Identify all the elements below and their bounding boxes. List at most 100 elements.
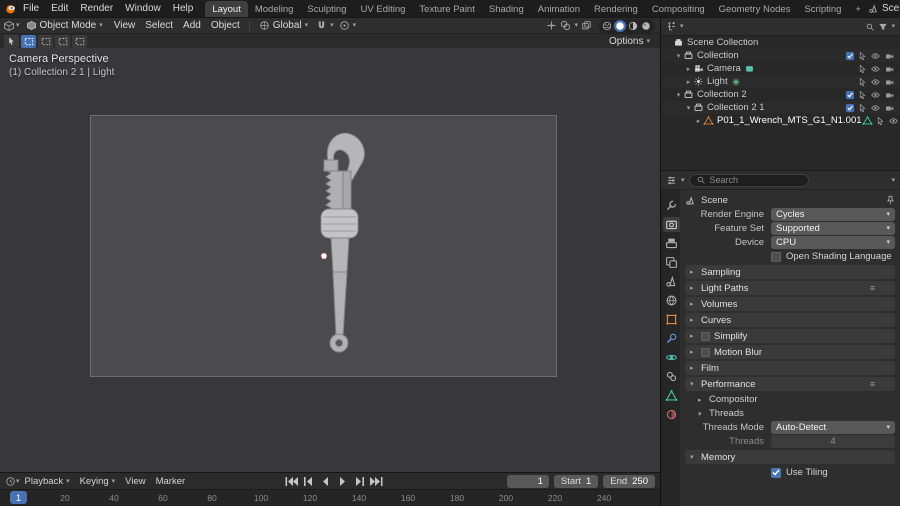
subsection-threads[interactable]: ▾ Threads (685, 407, 895, 420)
proportional-editing-toggle[interactable]: ▾ (337, 19, 359, 33)
properties-tab-tool[interactable] (663, 198, 680, 213)
outliner-row-camera[interactable]: ▸ Camera (661, 62, 900, 75)
presets-icon[interactable]: ≡ (870, 283, 875, 293)
pin-icon[interactable] (886, 195, 895, 206)
outliner-editor-type-icon[interactable] (666, 21, 677, 32)
checkbox-icon[interactable] (845, 103, 855, 113)
timeline-menu-marker[interactable]: Marker (151, 476, 191, 487)
section-performance[interactable]: ▾ Performance ≡ ∷ (685, 377, 895, 391)
viewport-editor-type-icon[interactable] (3, 20, 15, 32)
select-box-button[interactable] (21, 34, 36, 48)
osl-checkbox[interactable] (771, 251, 781, 262)
timeline-menu-playback[interactable]: Playback ▾ (20, 476, 75, 487)
overlays-icon[interactable] (560, 20, 571, 31)
eye-icon[interactable] (870, 103, 881, 113)
properties-tab-render[interactable] (663, 217, 680, 232)
eye-icon[interactable] (870, 51, 881, 61)
outliner-row-light[interactable]: ▸ Light (661, 75, 900, 88)
eye-icon[interactable] (870, 77, 881, 87)
viewport-menu-object[interactable]: Object (206, 19, 245, 33)
workspace-tab-modeling[interactable]: Modeling (248, 1, 301, 17)
wrench-model[interactable] (91, 116, 556, 376)
workspace-tab-scripting[interactable]: Scripting (797, 1, 848, 17)
tweak-tool-button[interactable] (4, 34, 19, 48)
workspace-tab-compositing[interactable]: Compositing (645, 1, 712, 17)
section-volumes[interactable]: ▸ Volumes ∷ (685, 297, 895, 311)
section-simplify[interactable]: ▸ Simplify ∷ (685, 329, 895, 343)
workspace-tab-uv-editing[interactable]: UV Editing (354, 1, 413, 17)
camera-frame[interactable] (90, 115, 557, 377)
presets-icon[interactable]: ≡ (870, 379, 875, 389)
eye-icon[interactable] (870, 64, 881, 74)
threads-mode-dropdown[interactable]: Auto-Detect ▾ (771, 421, 895, 434)
jump-start-button[interactable] (284, 475, 299, 488)
camera-icon[interactable] (884, 90, 895, 100)
simplify-checkbox[interactable] (701, 331, 710, 341)
properties-tab-object[interactable] (663, 312, 680, 327)
viewport-menu-add[interactable]: Add (178, 19, 206, 33)
viewport-menu-view[interactable]: View (109, 19, 141, 33)
menu-file[interactable]: File (17, 0, 45, 17)
properties-editor-type-icon[interactable] (666, 175, 677, 186)
device-dropdown[interactable]: CPU ▾ (771, 236, 895, 249)
properties-tab-material[interactable] (663, 407, 680, 422)
subsection-compositor[interactable]: ▸ Compositor (685, 393, 895, 406)
current-frame-field[interactable]: 1 (506, 474, 549, 488)
section-memory[interactable]: ▾ Memory ∷ (685, 450, 895, 464)
shading-solid-icon[interactable] (614, 19, 626, 32)
start-frame-field[interactable]: Start 1 (553, 474, 599, 488)
viewport-menu-select[interactable]: Select (140, 19, 178, 33)
use-tiling-checkbox[interactable] (771, 467, 781, 478)
workspace-tab-geometry-nodes[interactable]: Geometry Nodes (712, 1, 798, 17)
pointer-icon[interactable] (858, 76, 867, 87)
playhead[interactable]: 1 (10, 491, 27, 504)
select-box-extend-button[interactable] (38, 34, 53, 48)
expander-icon[interactable]: ▸ (684, 78, 693, 86)
select-box-intersect-button[interactable] (72, 34, 87, 48)
outliner-row-p01-1-wrench-mts-g1-n1-001[interactable]: ▸ P01_1_Wrench_MTS_G1_N1.001 (661, 114, 900, 127)
shading-material-preview-icon[interactable] (627, 20, 639, 32)
outliner-row-collection-2[interactable]: ▾ Collection 2 (661, 88, 900, 101)
camera-icon[interactable] (884, 77, 895, 87)
section-curves[interactable]: ▸ Curves ∷ (685, 313, 895, 327)
checkbox-icon[interactable] (845, 90, 855, 100)
snap-toggle[interactable]: ▾ (314, 19, 336, 33)
blender-logo-icon[interactable] (4, 2, 17, 15)
pointer-icon[interactable] (858, 89, 867, 100)
pointer-icon[interactable] (876, 115, 885, 126)
mesh-data-icon[interactable] (862, 115, 873, 126)
viewport-canvas[interactable]: Camera Perspective (1) Collection 2 1 | … (0, 48, 660, 472)
filter-icon[interactable] (878, 22, 888, 32)
section-light-paths[interactable]: ▸ Light Paths ≡ ∷ (685, 281, 895, 295)
section-sampling[interactable]: ▸ Sampling ∷ (685, 265, 895, 279)
workspace-tab-shading[interactable]: Shading (482, 1, 531, 17)
menu-help[interactable]: Help (167, 0, 200, 17)
workspace-tab-sculpting[interactable]: Sculpting (300, 1, 353, 17)
workspace-tab-+[interactable]: + (848, 1, 868, 17)
search-icon[interactable] (865, 22, 875, 32)
properties-tab-physics[interactable] (663, 350, 680, 365)
outliner-row-collection[interactable]: ▾ Collection (661, 49, 900, 62)
timeline-menu-view[interactable]: View (120, 476, 150, 487)
properties-tab-constraints[interactable] (663, 369, 680, 384)
properties-filter-icon[interactable]: ▾ (891, 177, 895, 184)
workspace-tab-rendering[interactable]: Rendering (587, 1, 645, 17)
outliner-row-scene-collection[interactable]: Scene Collection (661, 36, 900, 49)
outliner-row-collection-2-1[interactable]: ▾ Collection 2 1 (661, 101, 900, 114)
play-button[interactable] (335, 475, 350, 488)
expander-icon[interactable]: ▾ (674, 91, 683, 99)
properties-tab-output[interactable] (663, 236, 680, 251)
end-frame-field[interactable]: End 250 (603, 474, 655, 488)
pointer-icon[interactable] (858, 63, 867, 74)
camera-icon[interactable] (884, 51, 895, 61)
eye-icon[interactable] (870, 90, 881, 100)
jump-end-button[interactable] (369, 475, 384, 488)
transform-orientation-selector[interactable]: Global ▾ (254, 19, 313, 33)
menu-edit[interactable]: Edit (45, 0, 74, 17)
workspace-tab-texture-paint[interactable]: Texture Paint (412, 1, 481, 17)
timeline-editor-type-icon[interactable] (5, 476, 16, 487)
eye-icon[interactable] (888, 116, 899, 126)
camera-icon[interactable] (884, 64, 895, 74)
properties-search-input[interactable]: Search (688, 173, 809, 187)
properties-tab-data[interactable] (663, 388, 680, 403)
